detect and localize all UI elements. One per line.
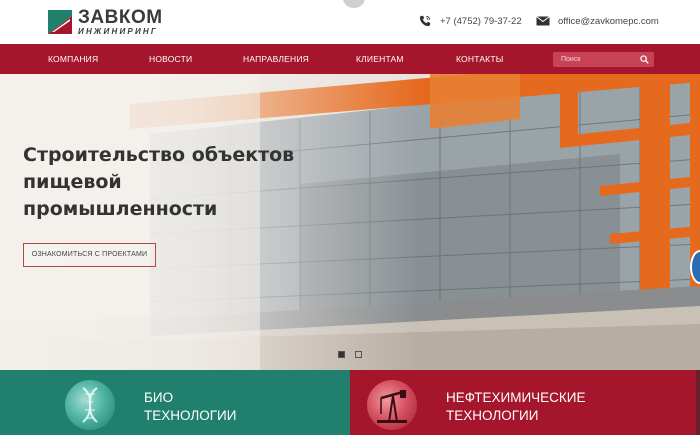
email-icon bbox=[536, 16, 550, 26]
view-projects-button[interactable]: ОЗНАКОМИТЬСЯ С ПРОЕКТАМИ bbox=[23, 243, 156, 267]
nav-item-contacts[interactable]: КОНТАКТЫ bbox=[456, 44, 503, 74]
card-edge-shadow bbox=[696, 370, 700, 435]
hero-title-line: пищевой bbox=[23, 171, 122, 193]
petrochemical-card-line1: НЕФТЕХИМИЧЕСКИЕ bbox=[446, 390, 586, 405]
logo[interactable]: ЗАВКОМ ИНЖИНИРИНГ bbox=[48, 7, 163, 36]
nav-item-clients[interactable]: КЛИЕНТАМ bbox=[356, 44, 404, 74]
slider-dots bbox=[338, 351, 362, 358]
phone-number: +7 (4752) 79-37-22 bbox=[440, 15, 522, 27]
petrochemical-card-label: НЕФТЕХИМИЧЕСКИЕ ТЕХНОЛОГИИ bbox=[446, 389, 586, 425]
hero-title-line: Строительство объектов bbox=[23, 144, 295, 166]
email-contact[interactable]: office@zavkomepc.com bbox=[536, 15, 659, 27]
bio-card-line2: ТЕХНОЛОГИИ bbox=[144, 408, 237, 423]
logo-title: ЗАВКОМ bbox=[78, 7, 163, 28]
hero-title-line: промышленности bbox=[23, 198, 218, 220]
nav-item-news[interactable]: НОВОСТИ bbox=[149, 44, 192, 74]
hero-title: Строительство объектов пищевой промышлен… bbox=[23, 142, 323, 223]
nav-item-company[interactable]: КОМПАНИЯ bbox=[48, 44, 98, 74]
petrochemical-technologies-card[interactable]: НЕФТЕХИМИЧЕСКИЕ ТЕХНОЛОГИИ bbox=[350, 370, 700, 435]
search-icon[interactable] bbox=[640, 55, 649, 64]
top-header: ЗАВКОМ ИНЖИНИРИНГ +7 (4752) 79-37-22 off… bbox=[0, 0, 700, 44]
bio-technologies-card[interactable]: БИО ТЕХНОЛОГИИ bbox=[0, 370, 350, 435]
petrochemical-card-line2: ТЕХНОЛОГИИ bbox=[446, 408, 539, 423]
slider-dot-2[interactable] bbox=[355, 351, 362, 358]
dna-icon bbox=[65, 380, 115, 430]
logo-subtitle: ИНЖИНИРИНГ bbox=[78, 27, 159, 36]
hero-slider: Строительство объектов пищевой промышлен… bbox=[0, 74, 700, 370]
email-address: office@zavkomepc.com bbox=[558, 15, 659, 27]
scroll-top-indicator bbox=[343, 0, 365, 8]
slider-dot-1[interactable] bbox=[338, 351, 345, 358]
phone-contact[interactable]: +7 (4752) 79-37-22 bbox=[418, 15, 522, 27]
oil-pump-icon bbox=[367, 380, 417, 430]
search-input[interactable] bbox=[553, 52, 638, 67]
logo-mark-icon bbox=[48, 10, 72, 34]
bio-card-label: БИО ТЕХНОЛОГИИ bbox=[144, 389, 236, 425]
search-box bbox=[553, 52, 654, 67]
nav-item-directions[interactable]: НАПРАВЛЕНИЯ bbox=[243, 44, 309, 74]
phone-icon bbox=[419, 15, 431, 27]
main-nav: КОМПАНИЯ НОВОСТИ НАПРАВЛЕНИЯ КЛИЕНТАМ КО… bbox=[0, 44, 700, 74]
bio-card-line1: БИО bbox=[144, 390, 174, 405]
